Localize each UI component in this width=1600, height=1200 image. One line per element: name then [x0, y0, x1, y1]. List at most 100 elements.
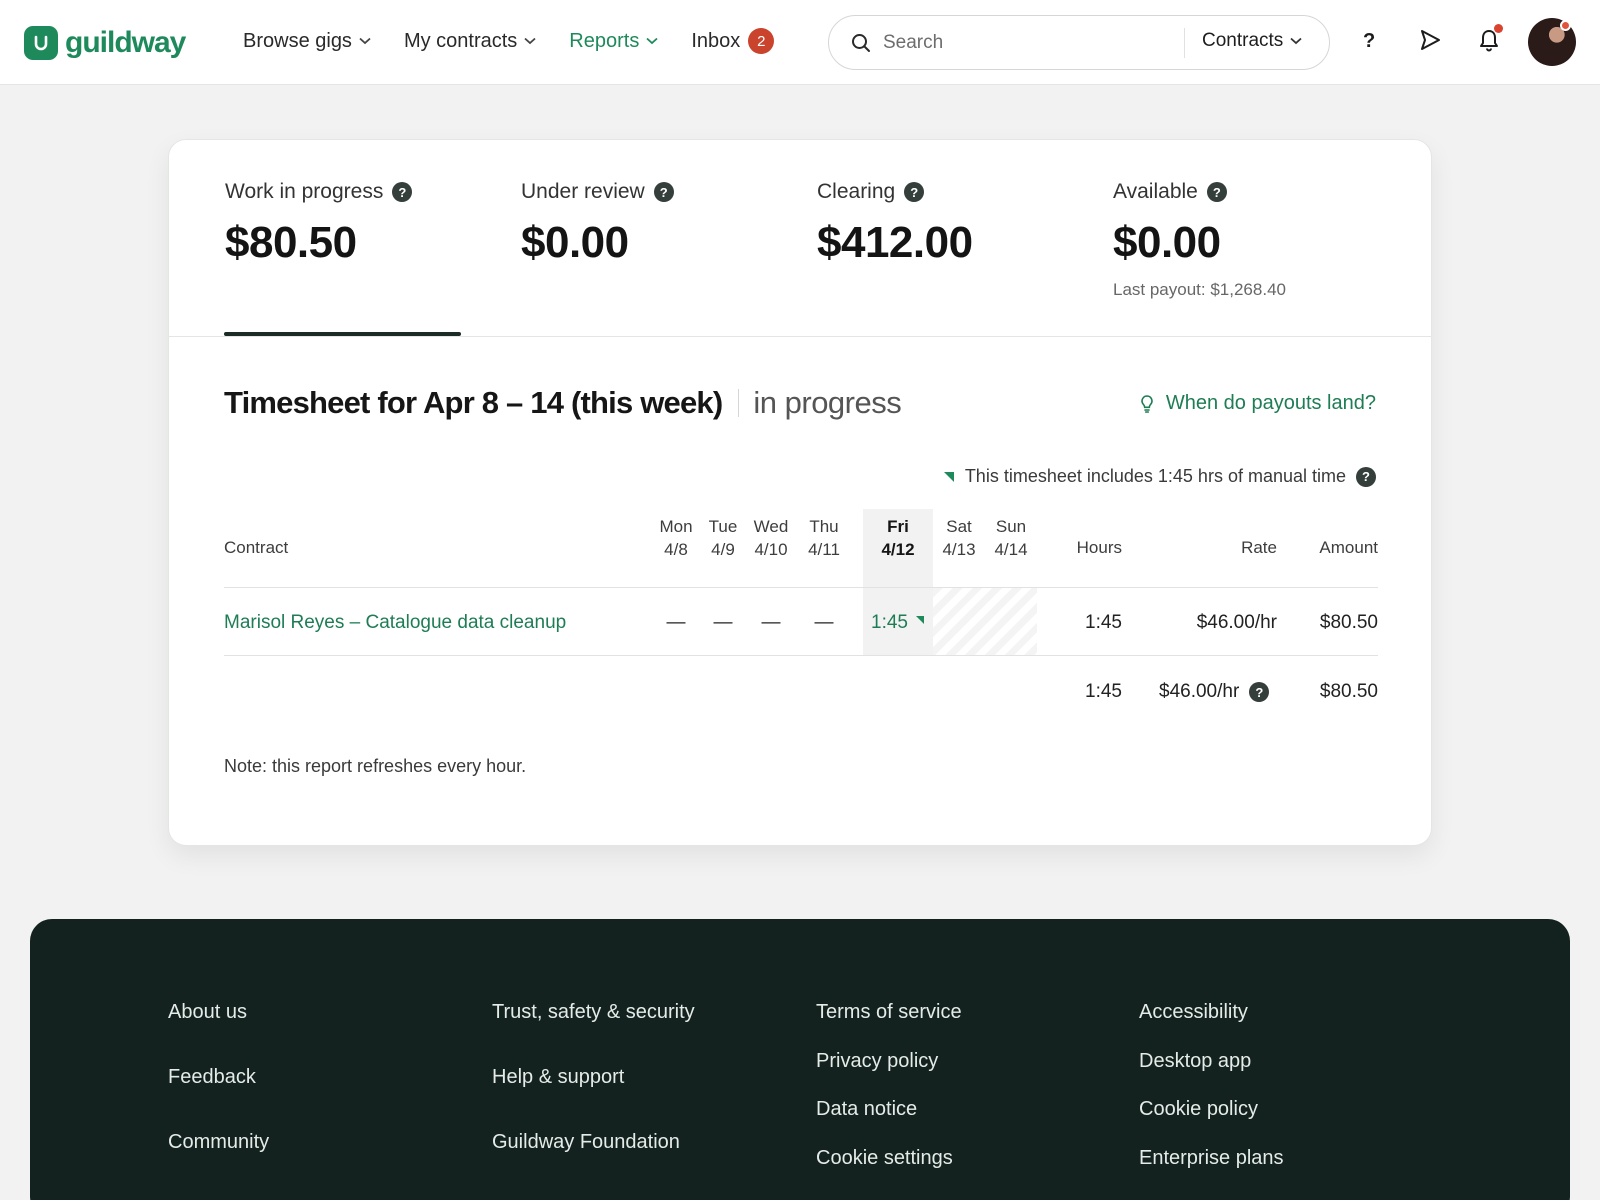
chevron-down-icon — [646, 37, 658, 45]
footer-link-enterprise-plans[interactable]: Enterprise plans — [1139, 1147, 1284, 1170]
day-date: 4/12 — [881, 540, 915, 559]
help-circle-icon[interactable]: ? — [1356, 466, 1376, 487]
future-days-hatch — [933, 588, 1037, 655]
stat-work-in-progress[interactable]: Work in progress ? $80.50 — [225, 180, 413, 268]
day-name: Thu — [809, 517, 839, 536]
day-date: 4/9 — [711, 540, 735, 559]
chevron-down-icon — [359, 37, 371, 45]
fri-hours: 1:45 — [871, 612, 908, 633]
day-cell-wed: — — [761, 612, 781, 633]
notification-dot — [1494, 24, 1503, 33]
day-cell-mon: — — [666, 612, 686, 633]
footer-link-cookie-settings[interactable]: Cookie settings — [816, 1147, 953, 1170]
help-circle-icon[interactable]: ? — [904, 182, 925, 202]
stat-label-text: Available — [1113, 180, 1198, 203]
search-input[interactable] — [883, 31, 1183, 54]
footer-link-cookie-policy[interactable]: Cookie policy — [1139, 1098, 1258, 1121]
row-hours: 1:45 — [1085, 612, 1122, 633]
day-cell-fri-value: 1:45 — [871, 612, 924, 634]
nav-reports[interactable]: Reports — [569, 30, 658, 53]
contract-link[interactable]: Marisol Reyes – Catalogue data cleanup — [224, 612, 566, 634]
earnings-card: Work in progress ? $80.50 Under review ?… — [168, 139, 1432, 846]
nav-inbox[interactable]: Inbox 2 — [691, 28, 775, 54]
total-rate: $46.00/hr ? — [1159, 681, 1270, 703]
day-name: Mon — [659, 517, 693, 536]
title-separator — [738, 389, 740, 417]
table-divider — [224, 655, 1378, 656]
search-divider — [1184, 28, 1185, 58]
total-amount: $80.50 — [1319, 681, 1378, 702]
site-footer: About us Feedback Community Trust, safet… — [30, 919, 1570, 1200]
column-header-tue: Tue 4/9 — [700, 515, 746, 561]
search-icon — [851, 33, 871, 53]
payouts-info-link[interactable]: When do payouts land? — [1140, 392, 1376, 415]
column-header-mon: Mon 4/8 — [653, 515, 699, 561]
search-scope-label: Contracts — [1202, 30, 1284, 51]
bell-icon[interactable] — [1478, 24, 1503, 52]
help-circle-icon[interactable]: ? — [392, 182, 413, 202]
footer-link-privacy[interactable]: Privacy policy — [816, 1050, 938, 1073]
nav-reports-label: Reports — [569, 29, 640, 52]
stat-label: Clearing ? — [817, 180, 973, 204]
day-cell-fri[interactable]: 1:45 — [871, 612, 924, 634]
chevron-down-icon — [524, 37, 536, 45]
column-header-contract: Contract — [224, 538, 289, 557]
timesheet-heading: Timesheet for Apr 8 – 14 (this week) in … — [224, 385, 902, 421]
footer-link-help-support[interactable]: Help & support — [492, 1066, 624, 1089]
guildway-logo[interactable]: guildway — [24, 26, 186, 60]
payouts-info-label: When do payouts land? — [1165, 392, 1376, 414]
nav-my-contracts-label: My contracts — [403, 29, 518, 52]
manual-time-note: This timesheet includes 1:45 hrs of manu… — [943, 466, 1376, 487]
top-nav-bar: guildway Browse gigs My contracts Report… — [0, 0, 1600, 85]
send-icon[interactable] — [1418, 28, 1442, 52]
search-scope-dropdown[interactable]: Contracts — [1202, 30, 1302, 52]
stat-clearing[interactable]: Clearing ? $412.00 — [817, 180, 973, 268]
help-icon[interactable]: ? — [1363, 30, 1375, 53]
footer-link-terms[interactable]: Terms of service — [816, 1001, 962, 1024]
help-circle-icon[interactable]: ? — [1249, 682, 1270, 702]
day-name: Fri — [887, 517, 909, 536]
day-cell-thu: — — [814, 612, 834, 633]
day-date: 4/13 — [942, 540, 976, 559]
inbox-count-badge: 2 — [748, 28, 775, 54]
footer-link-feedback[interactable]: Feedback — [168, 1066, 256, 1089]
stat-available[interactable]: Available ? $0.00 Last payout: $1,268.40 — [1113, 180, 1286, 300]
day-name: Wed — [753, 517, 789, 536]
day-name: Sun — [995, 517, 1027, 536]
footer-link-trust-safety[interactable]: Trust, safety & security — [492, 1001, 695, 1024]
stat-value: $0.00 — [1113, 218, 1221, 267]
footer-link-about-us[interactable]: About us — [168, 1001, 247, 1024]
card-divider — [169, 336, 1431, 337]
footer-link-foundation[interactable]: Guildway Foundation — [492, 1131, 680, 1154]
row-amount: $80.50 — [1319, 612, 1378, 633]
total-hours: 1:45 — [1085, 681, 1122, 702]
help-circle-icon[interactable]: ? — [653, 182, 674, 202]
footer-link-data-notice[interactable]: Data notice — [816, 1098, 917, 1121]
logo-text: guildway — [65, 26, 186, 59]
column-header-rate: Rate — [1241, 538, 1277, 557]
footer-link-community[interactable]: Community — [168, 1131, 269, 1154]
column-header-fri: Fri 4/12 — [863, 515, 933, 561]
help-circle-icon[interactable]: ? — [1206, 182, 1227, 202]
logo-mark-icon — [24, 26, 58, 60]
stat-value: $80.50 — [225, 218, 357, 267]
stat-under-review[interactable]: Under review ? $0.00 — [521, 180, 674, 268]
column-header-wed: Wed 4/10 — [746, 515, 796, 561]
manual-time-marker-icon — [915, 616, 924, 624]
nav-my-contracts[interactable]: My contracts — [404, 30, 536, 53]
footer-link-accessibility[interactable]: Accessibility — [1139, 1001, 1248, 1024]
stat-value: $0.00 — [521, 218, 629, 267]
footer-link-desktop-app[interactable]: Desktop app — [1139, 1050, 1251, 1073]
stat-label: Available ? — [1113, 180, 1286, 204]
nav-browse-gigs[interactable]: Browse gigs — [243, 30, 371, 53]
column-header-amount: Amount — [1319, 538, 1378, 557]
day-date: 4/10 — [754, 540, 788, 559]
nav-browse-gigs-label: Browse gigs — [243, 29, 352, 52]
stat-label-text: Under review — [521, 180, 645, 203]
stat-label: Under review ? — [521, 180, 674, 204]
manual-time-marker-icon — [943, 471, 954, 482]
day-name: Tue — [708, 517, 738, 536]
day-name: Sat — [946, 517, 972, 536]
last-payout-text: Last payout: $1,268.40 — [1113, 280, 1286, 299]
table-divider — [224, 587, 1378, 588]
